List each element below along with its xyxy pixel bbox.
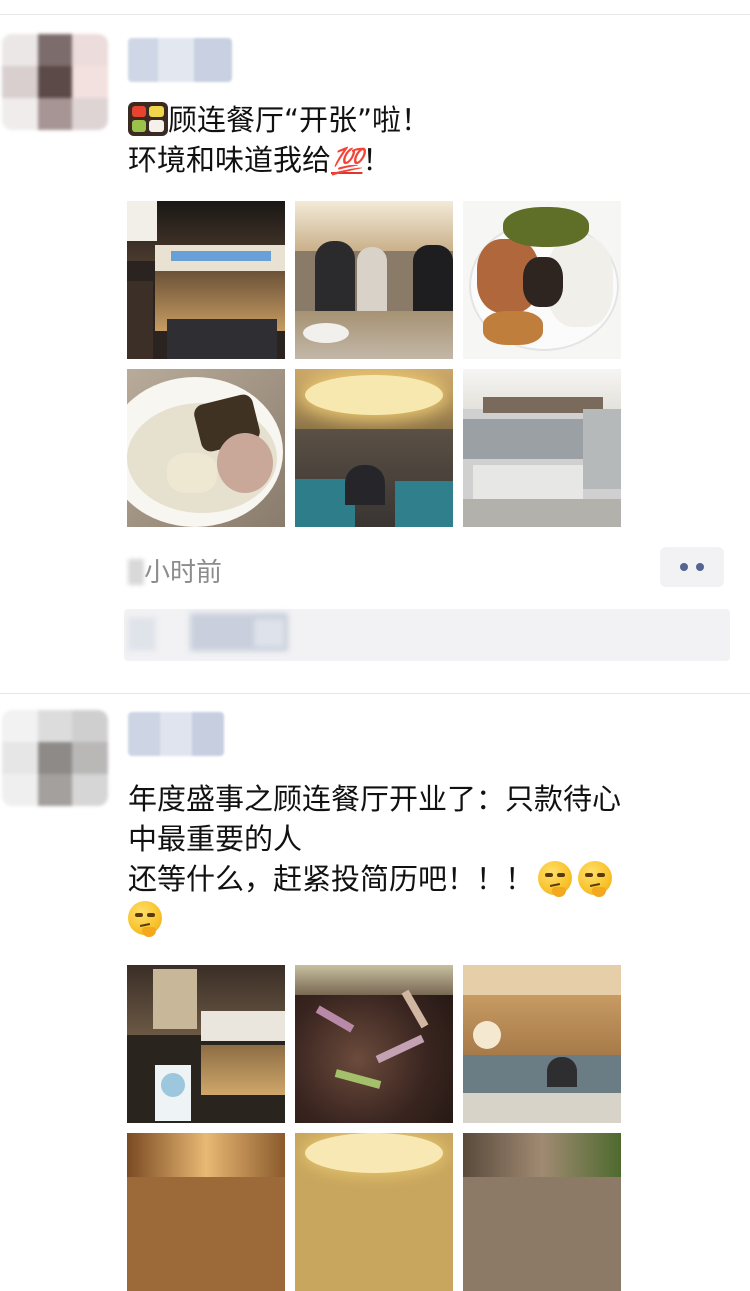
username-blurred[interactable] — [128, 38, 232, 82]
post-text: 年度盛事之顾连餐厅开业了：只款待心 中最重要的人 还等什么，赶紧投简历吧！！！ — [128, 779, 621, 939]
thinking-face-icon — [538, 861, 573, 897]
post-time-label: 小时前 — [144, 558, 223, 588]
post-text-line-1: 顾连餐厅“开张”啦！ — [168, 103, 431, 137]
dot-icon — [696, 563, 704, 571]
photo-dining-booths[interactable] — [463, 965, 621, 1123]
bento-box-icon — [128, 102, 168, 136]
post-text-line-2: 环境和味道我给 — [128, 143, 332, 177]
post-text-line-2-end: ！ — [362, 143, 392, 177]
photo-noodle-dish[interactable] — [463, 1133, 621, 1291]
photo-stir-fry-dish[interactable] — [295, 965, 453, 1123]
photo-soup-bowl[interactable] — [127, 369, 285, 527]
post-text: 顾连餐厅“开张”啦！ 环境和味道我给💯！ — [128, 100, 430, 182]
post-time: 小时前 — [128, 552, 222, 589]
time-digit-blurred — [128, 559, 144, 585]
dot-icon — [680, 563, 688, 571]
photo-buffet-line[interactable] — [295, 201, 453, 359]
more-options-button[interactable] — [660, 547, 724, 587]
post-text-line-1: 年度盛事之顾连餐厅开业了：只款待心 — [128, 782, 622, 816]
photo-dining-hall[interactable] — [295, 369, 453, 527]
post-text-line-3: 还等什么，赶紧投简历吧！！！ — [128, 862, 535, 896]
post-text-line-2: 中最重要的人 — [128, 822, 303, 856]
heart-icon — [128, 617, 156, 651]
photo-restaurant-sign[interactable] — [127, 965, 285, 1123]
hundred-points-icon: 💯 — [331, 147, 363, 177]
avatar[interactable] — [2, 34, 108, 130]
photo-dining-hall-2[interactable] — [295, 1133, 453, 1291]
top-divider — [0, 14, 750, 15]
photo-restaurant-entrance[interactable] — [127, 201, 285, 359]
photo-kitchen[interactable] — [463, 369, 621, 527]
thinking-face-icon — [128, 901, 162, 937]
thinking-face-icon — [578, 861, 613, 897]
post-divider — [0, 693, 750, 694]
photo-rice-dish[interactable] — [463, 201, 621, 359]
avatar[interactable] — [2, 710, 108, 806]
username-blurred[interactable] — [128, 712, 224, 756]
likes-bar — [124, 609, 730, 661]
liker-names-blurred[interactable] — [254, 619, 284, 647]
photo-warm-interior[interactable] — [127, 1133, 285, 1291]
